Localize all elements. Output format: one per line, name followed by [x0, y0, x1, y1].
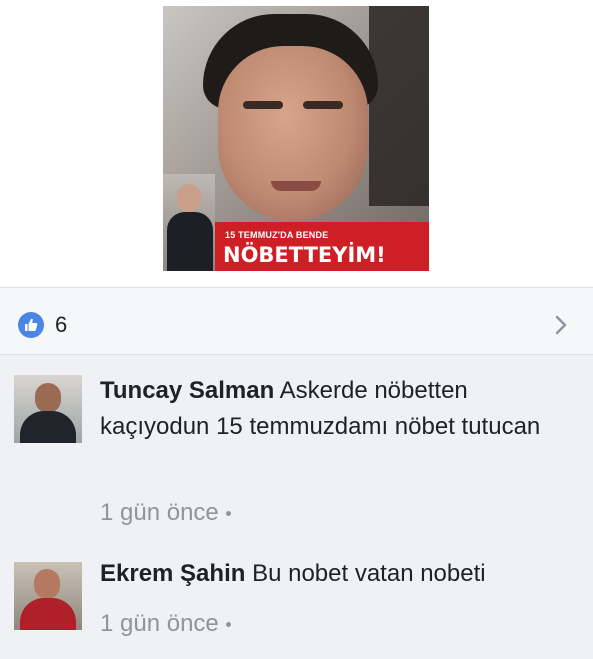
avatar-head — [35, 383, 61, 413]
avatar-body — [20, 411, 76, 443]
thumbs-up-icon[interactable] — [18, 312, 44, 338]
avatar[interactable] — [14, 375, 82, 443]
inset-portrait-head — [177, 184, 201, 212]
photo-face — [218, 46, 368, 221]
photo-background — [369, 6, 429, 206]
meta-dot-icon — [225, 511, 231, 517]
comment-meta: 1 gün önce — [100, 499, 231, 527]
photo-right-brow — [303, 101, 343, 109]
comment-timestamp[interactable]: 1 gün önce — [100, 499, 219, 526]
post-image-area: 15 TEMMUZ'DA BENDE NÖBETTEYİM! — [0, 0, 593, 287]
comment-text: Bu nobet vatan nobeti — [252, 560, 486, 587]
chevron-right-icon[interactable] — [551, 313, 571, 337]
comment-body: Ekrem Şahin Bu nobet vatan nobeti — [100, 556, 570, 592]
banner-small-text: 15 TEMMUZ'DA BENDE — [225, 230, 329, 240]
comment-item: Tuncay Salman Askerde nöbetten kaçıyodun… — [0, 355, 593, 540]
avatar-body — [20, 598, 76, 630]
profile-frame-photo[interactable]: 15 TEMMUZ'DA BENDE NÖBETTEYİM! — [163, 6, 429, 271]
avatar-head — [34, 569, 60, 599]
photo-mouth — [271, 181, 321, 191]
meta-dot-icon — [225, 622, 231, 628]
comment-meta: 1 gün önce — [100, 610, 231, 638]
thumbs-up-glyph — [25, 318, 38, 331]
like-count[interactable]: 6 — [55, 312, 67, 338]
banner-big-text: NÖBETTEYİM! — [223, 243, 386, 267]
comment-timestamp[interactable]: 1 gün önce — [100, 610, 219, 637]
comment-author[interactable]: Ekrem Şahin — [100, 560, 245, 587]
comments-section: Tuncay Salman Askerde nöbetten kaçıyodun… — [0, 355, 593, 659]
reaction-bar: 6 — [0, 287, 593, 355]
comment-author[interactable]: Tuncay Salman — [100, 377, 274, 404]
inset-portrait-body — [167, 212, 213, 271]
inset-portrait — [163, 174, 215, 271]
comment-item: Ekrem Şahin Bu nobet vatan nobeti 1 gün … — [0, 550, 593, 650]
avatar[interactable] — [14, 562, 82, 630]
comment-body: Tuncay Salman Askerde nöbetten kaçıyodun… — [100, 373, 570, 445]
frame-banner: 15 TEMMUZ'DA BENDE NÖBETTEYİM! — [215, 222, 429, 271]
photo-left-brow — [243, 101, 283, 109]
